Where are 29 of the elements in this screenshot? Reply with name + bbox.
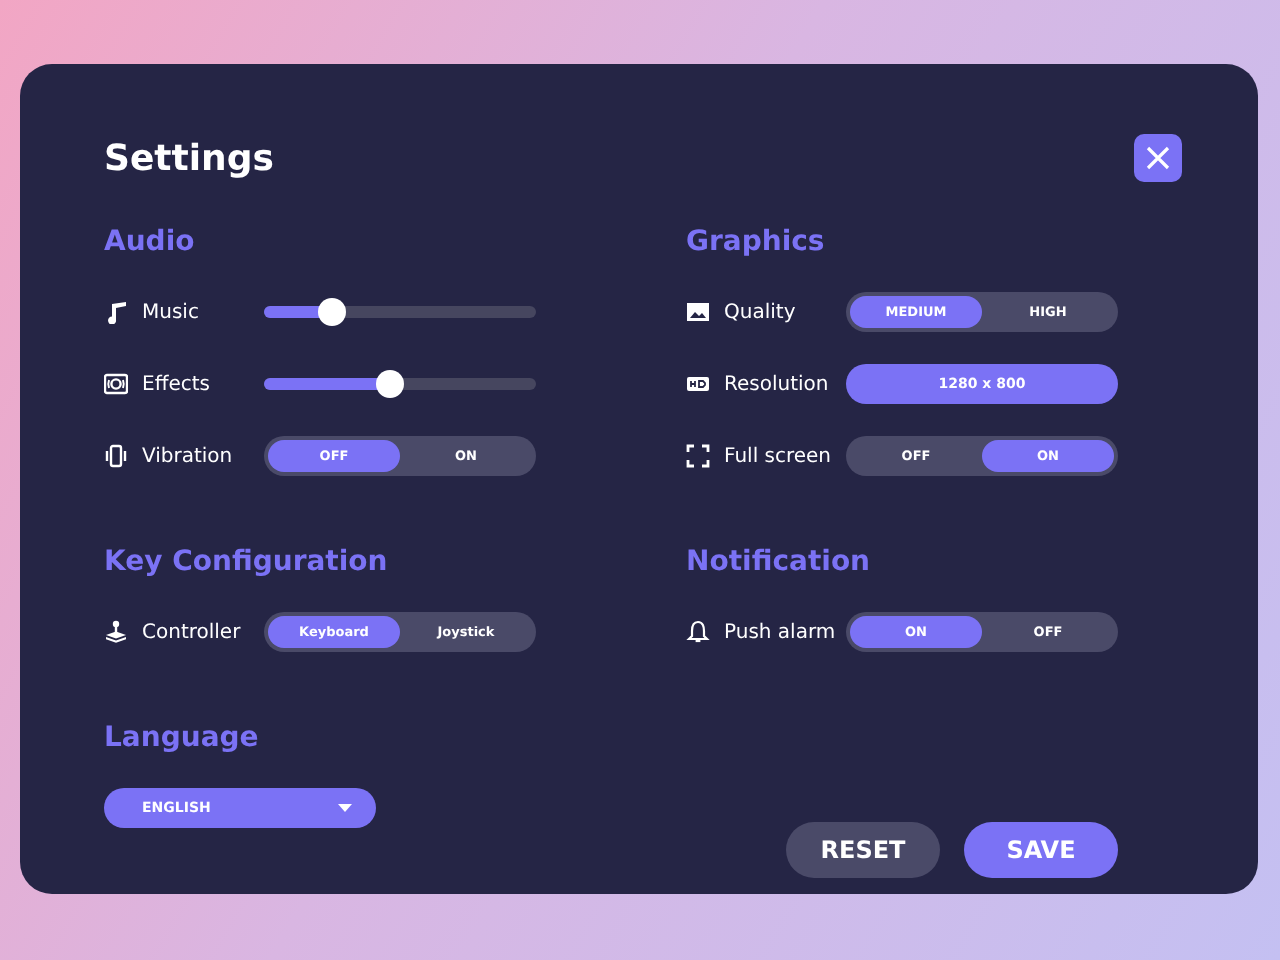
- joystick-icon: [104, 620, 128, 644]
- setting-label: Controller: [142, 621, 241, 643]
- setting-label: Music: [142, 301, 199, 323]
- secondary-button[interactable]: RESET: [786, 822, 940, 878]
- setting-label: Push alarm: [724, 621, 836, 643]
- bell-icon: [686, 620, 710, 644]
- setting-label: Full screen: [724, 445, 832, 467]
- fullscreen-icon: [686, 444, 710, 468]
- section-heading: Language: [104, 722, 261, 754]
- section-heading: Notification: [686, 546, 873, 578]
- primary-button[interactable]: SAVE: [964, 822, 1118, 878]
- music-note-icon: [104, 300, 128, 324]
- close-button[interactable]: [1134, 134, 1182, 182]
- setting-label: Vibration: [142, 445, 233, 467]
- close-icon: [1146, 146, 1170, 170]
- section-heading: Key Configuration: [104, 546, 390, 578]
- hd-icon: [686, 372, 710, 396]
- section-heading: Audio: [104, 226, 197, 258]
- slider-thumb[interactable]: [318, 298, 346, 326]
- setting-label: Resolution: [724, 373, 829, 395]
- speaker-icon: [104, 372, 128, 396]
- slider-thumb[interactable]: [375, 370, 404, 398]
- image-icon: [686, 300, 710, 324]
- section-heading: Graphics: [686, 226, 827, 258]
- setting-label: Quality: [724, 301, 796, 323]
- panel-title: Settings: [104, 137, 274, 179]
- caret-icon: [338, 804, 352, 812]
- setting-label: Effects: [142, 373, 210, 395]
- vibrating-phone-icon: [104, 444, 128, 468]
